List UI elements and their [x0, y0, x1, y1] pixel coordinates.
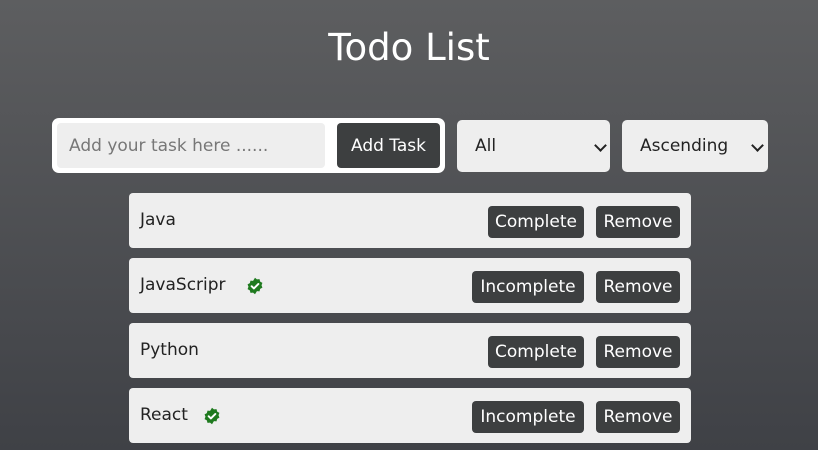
complete-button[interactable]: Complete [488, 206, 584, 238]
complete-button[interactable]: Complete [488, 336, 584, 368]
todo-item: Java Complete Remove [129, 193, 691, 248]
todo-item: JavaScripr Incomplete Remove [129, 258, 691, 313]
todo-text: Python [140, 340, 199, 360]
todo-text: JavaScripr [140, 275, 226, 295]
remove-button[interactable]: Remove [596, 271, 680, 303]
chevron-down-icon [594, 139, 607, 152]
page-title: Todo List [328, 26, 490, 69]
filter-select[interactable]: All [457, 120, 610, 172]
todo-text: Java [140, 210, 176, 230]
incomplete-button[interactable]: Incomplete [472, 401, 584, 433]
check-badge-icon [247, 277, 263, 295]
todo-item: Python Complete Remove [129, 323, 691, 378]
todo-item: React Incomplete Remove [129, 388, 691, 443]
add-task-button[interactable]: Add Task [337, 123, 440, 168]
incomplete-button[interactable]: Incomplete [472, 271, 584, 303]
check-badge-icon [204, 407, 220, 425]
filter-select-value: All [475, 136, 497, 156]
add-task-form: Add Task [52, 118, 445, 173]
task-input[interactable] [57, 123, 325, 168]
sort-select-value: Ascending [640, 136, 729, 156]
chevron-down-icon [751, 139, 764, 152]
sort-select[interactable]: Ascending [622, 120, 768, 172]
todo-text: React [140, 405, 188, 425]
remove-button[interactable]: Remove [596, 401, 680, 433]
remove-button[interactable]: Remove [596, 336, 680, 368]
remove-button[interactable]: Remove [596, 206, 680, 238]
